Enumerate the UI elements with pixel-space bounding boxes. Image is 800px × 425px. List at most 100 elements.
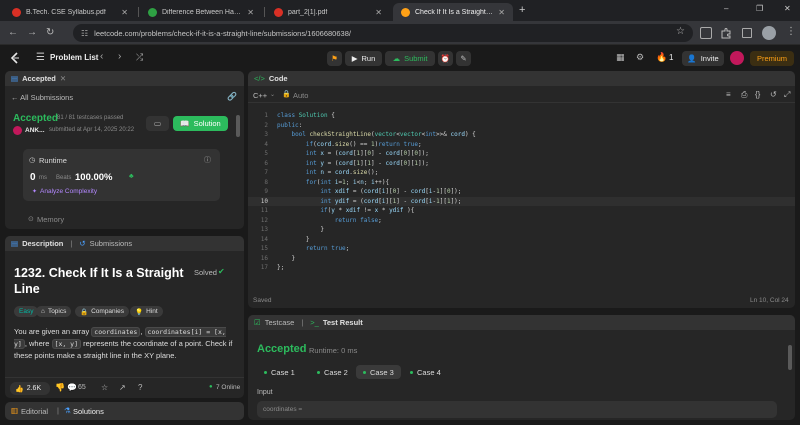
analyze-complexity-link[interactable]: Analyze Complexity <box>40 188 97 195</box>
back-arrow-icon[interactable]: ← <box>8 27 18 39</box>
puzzle-icon[interactable] <box>720 27 732 39</box>
favorite-star-icon[interactable]: ☆ <box>101 383 108 392</box>
share-link-icon[interactable]: 🔗 <box>227 92 237 101</box>
help-icon[interactable]: ? <box>138 383 142 392</box>
tab-test-result[interactable]: Test Result <box>323 318 363 327</box>
code-line[interactable]: 3 bool checkStraightLine(vector<vector<i… <box>248 130 795 140</box>
tab-submissions[interactable]: Submissions <box>90 239 133 248</box>
close-icon[interactable]: ✕ <box>121 8 128 17</box>
all-submissions-link[interactable]: ← All Submissions <box>11 93 73 102</box>
alarm-icon[interactable]: ⏰ <box>438 51 453 66</box>
info-icon[interactable]: ⓘ <box>204 155 211 165</box>
submit-button[interactable]: ☁ Submit <box>385 51 435 66</box>
extension-icon[interactable] <box>700 27 712 39</box>
accepted-tab[interactable]: Accepted <box>22 74 56 83</box>
tab-solutions[interactable]: Solutions <box>73 407 104 416</box>
thumbs-down-icon[interactable]: 👎 <box>55 383 65 392</box>
username[interactable]: ANK... <box>25 127 45 134</box>
code-line[interactable]: 7 int n = cord.size(); <box>248 168 795 178</box>
problem-list-link[interactable]: Problem List <box>50 53 98 62</box>
minimize-button[interactable]: – <box>724 4 728 13</box>
list-icon[interactable]: ☰ <box>36 52 45 63</box>
input-box[interactable]: coordinates = <box>257 401 777 418</box>
reload-icon[interactable]: ↻ <box>46 27 54 39</box>
site-info-icon[interactable]: ☷ <box>81 29 88 38</box>
case-tab-3[interactable]: Case 3 <box>356 365 401 379</box>
code-line[interactable]: 4 if(cord.size() == 1)return true; <box>248 140 795 150</box>
share-icon[interactable]: ↗ <box>119 383 126 392</box>
case-tab-2[interactable]: Case 2 <box>310 365 355 379</box>
code-line[interactable]: 6 int y = (cord[1][1] - cord[0][1]); <box>248 159 795 169</box>
settings-gear-icon[interactable]: ⚙ <box>636 52 644 63</box>
code-line[interactable]: 5 int x = (cord[1][0] - cord[0][0]); <box>248 149 795 159</box>
code-editor[interactable]: 1 class Solution {2 public: 3 bool checkStr… <box>248 111 795 271</box>
problem-title[interactable]: 1232. Check If It Is a Straight Line <box>14 265 186 297</box>
next-problem-icon[interactable]: › <box>118 51 121 62</box>
code-line[interactable]: 2 public: <box>248 121 795 131</box>
user-avatar[interactable] <box>730 51 744 65</box>
code-line[interactable]: 11 if(y * xdif != x * ydif ){ <box>248 206 795 216</box>
prev-problem-icon[interactable]: ‹ <box>100 51 103 62</box>
tab-description[interactable]: Description <box>22 239 63 248</box>
topics-chip[interactable]: ⌂ Topics <box>36 306 72 317</box>
browser-tab-syllabus[interactable]: B.Tech. CSE Syllabus.pdf ✕ <box>4 3 136 21</box>
code-line[interactable]: 8 for(int i=1; i<n; i++){ <box>248 178 795 188</box>
scrollbar[interactable] <box>236 115 240 137</box>
close-tab-icon[interactable]: ✕ <box>60 74 66 83</box>
tab-testcase[interactable]: Testcase <box>265 318 295 327</box>
invite-button[interactable]: 👤 Invite <box>682 51 724 66</box>
scrollbar[interactable] <box>788 345 792 370</box>
like-button[interactable]: 👍 2.6K <box>10 382 50 395</box>
browser-tab-leetcode[interactable]: Check If It Is a Straight Line - L ✕ <box>393 3 513 21</box>
comment-icon[interactable]: 💬 <box>67 383 77 392</box>
notebook-icon[interactable]: ▭ <box>146 116 169 131</box>
case-tab-1[interactable]: Case 1 <box>257 365 302 379</box>
code-tab[interactable]: Code <box>269 74 288 83</box>
window-close-button[interactable]: ✕ <box>784 4 791 13</box>
code-line[interactable]: 13 } <box>248 225 795 235</box>
hint-chip[interactable]: 💡 Hint <box>130 306 163 317</box>
layout-icon[interactable]: ▦ <box>616 52 625 63</box>
companies-chip[interactable]: 🔒 Companies <box>75 306 129 317</box>
solution-button[interactable]: 📖 Solution <box>173 116 228 131</box>
note-icon[interactable]: ✎ <box>456 51 471 66</box>
reset-icon[interactable]: ↺ <box>770 90 777 99</box>
premium-button[interactable]: Premium <box>750 51 794 66</box>
maximize-button[interactable]: ❐ <box>756 4 763 13</box>
code-line[interactable]: 10 int ydif = (cord[i][1] - cord[i-1][1]… <box>248 196 795 206</box>
code-line[interactable]: 12 return false; <box>248 216 795 226</box>
url-field[interactable]: ☷ leetcode.com/problems/check-if-it-is-a… <box>73 24 693 42</box>
format-icon[interactable]: ≡ <box>726 90 731 99</box>
auto-mode-label[interactable]: Auto <box>293 91 308 100</box>
forward-arrow-icon[interactable]: → <box>27 27 37 39</box>
more-options-icon[interactable]: ⋮ <box>786 26 796 37</box>
fullscreen-icon[interactable]: ⤢ <box>784 90 790 100</box>
language-select[interactable]: C++ <box>253 91 267 100</box>
sidepanel-icon[interactable] <box>742 28 752 38</box>
difficulty-badge[interactable]: Easy <box>14 306 39 317</box>
tab-editorial[interactable]: Editorial <box>21 407 48 416</box>
code-line[interactable]: 15 return true; <box>248 244 795 254</box>
streak-fire-icon[interactable]: 🔥 <box>656 52 667 63</box>
code-line[interactable]: 9 int xdif = (cord[i][0] - cord[i-1][0])… <box>248 187 795 197</box>
code-line[interactable]: 1 class Solution { <box>248 111 795 121</box>
new-tab-button[interactable]: + <box>519 4 525 16</box>
profile-avatar[interactable] <box>762 26 776 40</box>
close-icon[interactable]: ✕ <box>247 8 254 17</box>
bookmark-star-icon[interactable]: ☆ <box>676 26 685 37</box>
debug-icon[interactable]: ⚑ <box>327 51 342 66</box>
code-line[interactable]: 17}; <box>248 263 795 273</box>
bookmark-icon[interactable]: ⎙ <box>741 90 747 100</box>
close-icon[interactable]: ✕ <box>375 8 382 17</box>
close-icon[interactable]: ✕ <box>498 8 505 17</box>
browser-tab-part2[interactable]: part_2[1].pdf ✕ <box>266 3 390 21</box>
browser-tab-half-adder[interactable]: Difference Between Half Adder ✕ <box>140 3 262 21</box>
code-line[interactable]: 14 } <box>248 235 795 245</box>
chevron-down-icon[interactable]: ⌄ <box>270 91 275 98</box>
code-line[interactable]: 16 } <box>248 254 795 264</box>
shuffle-icon[interactable]: ⤮ <box>136 52 143 63</box>
braces-icon[interactable]: {} <box>755 90 760 99</box>
case-tab-4[interactable]: Case 4 <box>403 365 448 379</box>
leetcode-logo-icon[interactable] <box>9 52 21 64</box>
run-button[interactable]: ▶ Run <box>345 51 382 66</box>
